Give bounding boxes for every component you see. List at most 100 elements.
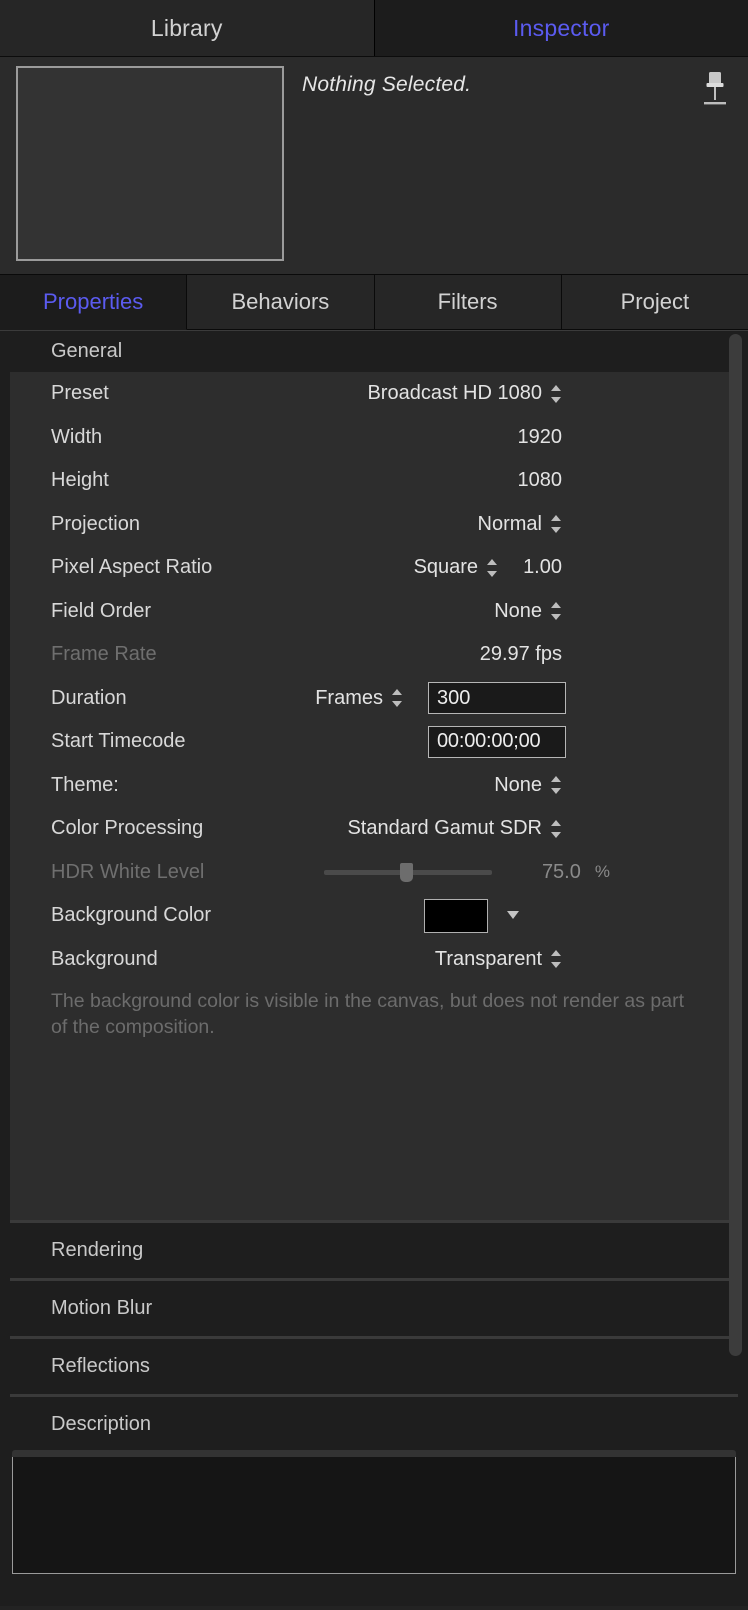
inspector-tab-bar: Properties Behaviors Filters Project: [0, 274, 748, 330]
chevron-down-icon[interactable]: [506, 911, 520, 920]
tab-properties-label: Properties: [42, 289, 144, 314]
row-height[interactable]: Height 1080: [10, 459, 738, 503]
description-textarea[interactable]: [12, 1450, 736, 1575]
stepper-icon[interactable]: [551, 775, 562, 795]
row-theme-value: None: [494, 773, 542, 796]
row-width-label: Width: [51, 425, 103, 448]
row-height-control[interactable]: 1080: [518, 459, 563, 503]
top-tab-inspector[interactable]: Inspector: [374, 0, 748, 56]
row-height-label: Height: [51, 469, 109, 492]
general-panel: Preset Broadcast HD 1080 Width 1920 Heig…: [10, 372, 738, 1221]
row-color-processing-label: Color Processing: [51, 817, 204, 840]
row-background-control[interactable]: Transparent: [435, 938, 562, 982]
row-color-processing-value: Standard Gamut SDR: [347, 817, 542, 840]
preview-bar: Nothing Selected.: [0, 56, 748, 274]
hdr-white-level-unit: %: [594, 862, 610, 882]
row-preset-label: Preset: [51, 382, 109, 405]
row-field-order-value: None: [494, 599, 542, 622]
tab-filters[interactable]: Filters: [374, 275, 562, 330]
row-start-timecode-label: Start Timecode: [51, 730, 186, 753]
row-theme-label: Theme:: [51, 773, 119, 796]
slider-thumb[interactable]: [400, 862, 414, 882]
row-field-order-label: Field Order: [51, 599, 152, 622]
row-hdr-white-level: HDR White Level 75.0 %: [10, 851, 738, 895]
row-background-value: Transparent: [434, 947, 542, 970]
row-start-timecode-control[interactable]: 00:00:00;00: [428, 720, 566, 764]
tab-properties[interactable]: Properties: [0, 275, 188, 330]
row-hdr-white-level-control: 75.0 %: [323, 851, 610, 895]
row-preset-control[interactable]: Broadcast HD 1080: [367, 372, 562, 416]
row-color-processing-control[interactable]: Standard Gamut SDR: [347, 807, 562, 851]
stepper-icon[interactable]: [487, 558, 498, 578]
row-preset[interactable]: Preset Broadcast HD 1080: [10, 372, 738, 416]
row-theme[interactable]: Theme: None: [10, 764, 738, 808]
row-hdr-white-level-label: HDR White Level: [51, 860, 205, 883]
row-field-order-control[interactable]: None: [494, 590, 562, 634]
selection-status-text: Nothing Selected.: [302, 73, 472, 96]
hdr-white-level-slider[interactable]: [323, 862, 492, 882]
properties-scrollbar[interactable]: [728, 334, 742, 1602]
hdr-white-level-value: 75.0: [541, 860, 581, 883]
stepper-icon[interactable]: [551, 949, 562, 969]
top-tab-library-label: Library: [150, 14, 223, 41]
row-projection[interactable]: Projection Normal: [10, 503, 738, 547]
row-duration-unit: Frames: [315, 686, 383, 709]
panel-filler: [10, 1040, 738, 1220]
top-tab-inspector-label: Inspector: [513, 14, 610, 41]
pushpin-icon[interactable]: [702, 69, 728, 113]
background-color-swatch[interactable]: [424, 898, 488, 933]
stepper-icon[interactable]: [551, 819, 562, 839]
row-frame-rate-label: Frame Rate: [51, 643, 157, 666]
group-header-rendering[interactable]: Rendering: [0, 1223, 748, 1279]
group-header-description[interactable]: Description: [0, 1397, 748, 1453]
row-pixel-aspect-ratio[interactable]: Pixel Aspect Ratio Square 1.00: [10, 546, 738, 590]
row-pixel-aspect-ratio-label: Pixel Aspect Ratio: [51, 556, 213, 579]
row-pixel-aspect-ratio-control[interactable]: Square 1.00: [414, 546, 562, 590]
stepper-icon[interactable]: [392, 688, 403, 708]
row-pixel-aspect-ratio-value: Square: [413, 556, 479, 579]
group-header-reflections[interactable]: Reflections: [0, 1339, 748, 1395]
tab-filters-label: Filters: [437, 289, 498, 314]
top-tab-library[interactable]: Library: [0, 0, 375, 56]
row-duration-control[interactable]: Frames 300: [315, 677, 566, 721]
group-header-motion-blur[interactable]: Motion Blur: [0, 1281, 748, 1337]
row-width[interactable]: Width 1920: [10, 416, 738, 460]
row-background-color-label: Background Color: [51, 904, 212, 927]
row-background-color-control[interactable]: [424, 894, 520, 938]
row-theme-control[interactable]: None: [494, 764, 562, 808]
group-header-description-label: Description: [51, 1413, 152, 1436]
inspector-window: Library Inspector Nothing Selected. Prop…: [0, 0, 748, 1610]
row-preset-value: Broadcast HD 1080: [367, 382, 542, 405]
tab-behaviors-label: Behaviors: [231, 289, 330, 314]
background-note: The background color is visible in the c…: [51, 990, 685, 1038]
row-projection-label: Projection: [51, 512, 140, 535]
tab-project-label: Project: [620, 289, 690, 314]
tab-behaviors[interactable]: Behaviors: [187, 275, 375, 330]
group-header-motion-blur-label: Motion Blur: [51, 1297, 153, 1320]
row-frame-rate: Frame Rate 29.97 fps: [10, 633, 738, 677]
row-projection-control[interactable]: Normal: [478, 503, 562, 547]
properties-scroll-area[interactable]: General Preset Broadcast HD 1080 Width 1…: [0, 330, 748, 1606]
duration-input[interactable]: 300: [428, 682, 566, 715]
row-height-value: 1080: [517, 469, 563, 492]
row-width-control[interactable]: 1920: [518, 416, 563, 460]
preview-thumbnail[interactable]: [16, 66, 284, 261]
row-field-order[interactable]: Field Order None: [10, 590, 738, 634]
group-header-general[interactable]: General: [0, 330, 748, 372]
row-frame-rate-control: 29.97 fps: [480, 633, 562, 677]
row-color-processing[interactable]: Color Processing Standard Gamut SDR: [10, 807, 738, 851]
stepper-icon[interactable]: [551, 514, 562, 534]
row-projection-value: Normal: [477, 512, 542, 535]
row-duration[interactable]: Duration Frames 300: [10, 677, 738, 721]
row-width-value: 1920: [517, 425, 563, 448]
row-background-color[interactable]: Background Color: [10, 894, 738, 938]
group-header-general-label: General: [51, 340, 123, 362]
start-timecode-input[interactable]: 00:00:00;00: [428, 725, 566, 758]
row-background[interactable]: Background Transparent: [10, 938, 738, 982]
group-header-reflections-label: Reflections: [51, 1355, 150, 1378]
tab-project[interactable]: Project: [561, 275, 748, 330]
row-start-timecode[interactable]: Start Timecode 00:00:00;00: [10, 720, 738, 764]
properties-scrollbar-thumb[interactable]: [729, 334, 742, 1356]
stepper-icon[interactable]: [551, 384, 562, 404]
stepper-icon[interactable]: [551, 601, 562, 621]
